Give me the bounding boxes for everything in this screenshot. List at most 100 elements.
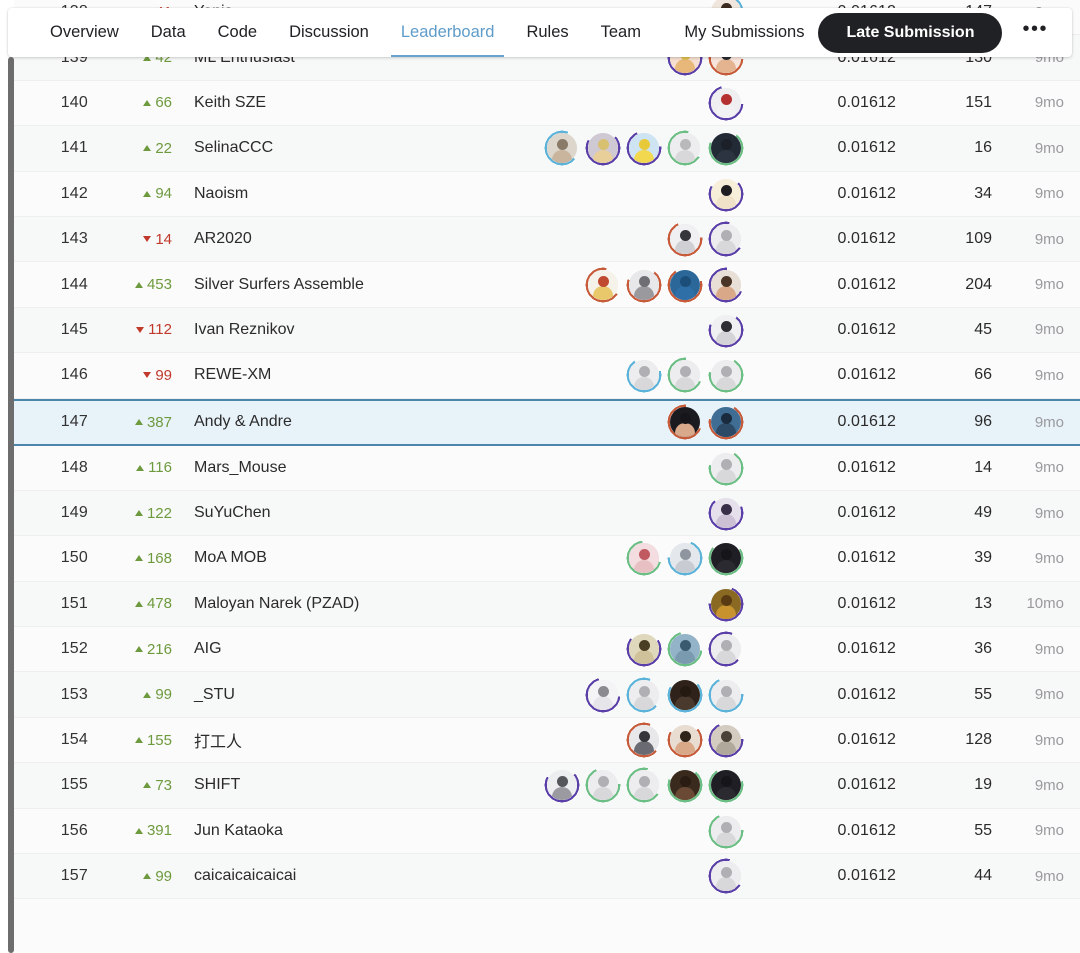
table-row[interactable]: 149 122 SuYuChen 0.01612 49 9mo — [14, 490, 1080, 537]
page-scrollbar-thumb[interactable] — [8, 57, 14, 953]
score-cell: 0.01612 — [837, 139, 896, 157]
table-row[interactable]: 145 112 Ivan Reznikov 0.01612 45 9mo — [14, 307, 1080, 354]
team-member-avatar[interactable] — [626, 767, 662, 804]
rank-cell: 145 — [60, 320, 88, 338]
team-member-avatar[interactable] — [667, 767, 703, 804]
team-name-cell[interactable]: caicaicaicaicai — [180, 867, 478, 885]
team-member-avatar[interactable] — [708, 357, 744, 394]
rank-change-value: 14 — [155, 230, 172, 248]
team-member-avatar[interactable] — [667, 221, 703, 258]
nav-tab-code[interactable]: Code — [202, 8, 273, 57]
table-row[interactable]: 156 391 Jun Kataoka 0.01612 55 9mo — [14, 808, 1080, 855]
team-member-avatar[interactable] — [667, 631, 703, 668]
nav-tab-overview[interactable]: Overview — [34, 8, 135, 57]
team-name-cell[interactable]: SelinaCCC — [180, 139, 478, 157]
team-member-avatar[interactable] — [708, 858, 744, 895]
table-row[interactable]: 155 73 SHIFT 0.01612 19 9mo — [14, 763, 1080, 809]
team-member-avatar[interactable] — [544, 130, 580, 167]
team-name-cell[interactable]: SuYuChen — [180, 504, 478, 522]
team-name-cell[interactable]: AR2020 — [180, 230, 478, 248]
team-member-avatar[interactable] — [585, 767, 621, 804]
table-row[interactable]: 143 14 AR2020 0.01612 109 9mo — [14, 216, 1080, 263]
my-submissions-link[interactable]: My Submissions — [684, 23, 804, 42]
team-member-avatar[interactable] — [708, 311, 744, 348]
team-name-cell[interactable]: Jun Kataoka — [180, 822, 478, 840]
team-member-avatar[interactable] — [708, 130, 744, 167]
team-member-avatar[interactable] — [626, 130, 662, 167]
team-member-avatar[interactable] — [708, 175, 744, 212]
team-member-avatar[interactable] — [708, 404, 744, 441]
team-member-avatar[interactable] — [585, 266, 621, 303]
table-row[interactable]: 144 453 Silver Surfers Assemble 0.01612 204 9… — [14, 262, 1080, 308]
nav-tab-leaderboard[interactable]: Leaderboard — [385, 8, 511, 57]
team-member-avatar[interactable] — [667, 404, 703, 441]
team-member-avatar[interactable] — [585, 130, 621, 167]
rank-change-value: 99 — [155, 867, 172, 885]
table-row[interactable]: 140 66 Keith SZE 0.01612 151 9mo — [14, 80, 1080, 127]
team-name-cell[interactable]: Mars_Mouse — [180, 459, 478, 477]
team-name-cell[interactable]: Silver Surfers Assemble — [180, 276, 478, 294]
team-member-avatar[interactable] — [626, 540, 662, 577]
team-member-avatar[interactable] — [708, 631, 744, 668]
team-member-avatar[interactable] — [667, 540, 703, 577]
team-member-avatar[interactable] — [626, 357, 662, 394]
team-member-avatar[interactable] — [626, 631, 662, 668]
entries-cell: 44 — [974, 867, 992, 885]
late-submission-button[interactable]: Late Submission — [818, 12, 1003, 53]
team-member-avatar[interactable] — [667, 357, 703, 394]
team-member-avatar[interactable] — [708, 767, 744, 804]
nav-tab-team[interactable]: Team — [585, 8, 657, 57]
avatar-tier-ring — [667, 266, 703, 303]
team-member-avatar[interactable] — [708, 221, 744, 258]
team-member-avatar[interactable] — [708, 722, 744, 759]
rank-cell: 150 — [60, 549, 88, 567]
rank-cell: 142 — [60, 184, 88, 202]
table-row[interactable]: 151 478 Maloyan Narek (PZAD) 0.01612 13 10mo — [14, 581, 1080, 628]
team-member-avatar[interactable] — [708, 495, 744, 532]
team-member-avatar[interactable] — [626, 722, 662, 759]
table-row[interactable]: 157 99 caicaicaicaicai 0.01612 44 9mo — [14, 854, 1080, 900]
team-name-cell[interactable]: Maloyan Narek (PZAD) — [180, 595, 478, 613]
team-name-cell[interactable]: AIG — [180, 640, 478, 658]
team-name-cell[interactable]: Keith SZE — [180, 94, 478, 112]
team-member-avatar[interactable] — [667, 722, 703, 759]
team-name-cell[interactable]: REWE-XM — [180, 366, 478, 384]
team-member-avatar[interactable] — [667, 266, 703, 303]
table-row[interactable]: 148 116 Mars_Mouse 0.01612 14 9mo — [14, 445, 1080, 491]
rank-cell: 140 — [60, 93, 88, 111]
team-members-cell — [478, 404, 750, 441]
team-member-avatar[interactable] — [708, 585, 744, 622]
team-name-cell[interactable]: Naoism — [180, 185, 478, 203]
team-member-avatar[interactable] — [708, 540, 744, 577]
nav-tab-rules[interactable]: Rules — [510, 8, 584, 57]
team-member-avatar[interactable] — [585, 676, 621, 713]
table-row[interactable]: 146 99 REWE-XM 0.01612 66 9mo — [14, 353, 1080, 399]
team-name-cell[interactable]: Ivan Reznikov — [180, 321, 478, 339]
team-name-cell[interactable]: Andy & Andre — [180, 413, 478, 431]
team-name-cell[interactable]: _STU — [180, 686, 478, 704]
avatar-tier-ring — [667, 404, 703, 441]
more-options-icon[interactable]: ••• — [1016, 19, 1054, 41]
team-member-avatar[interactable] — [708, 84, 744, 121]
team-member-avatar[interactable] — [667, 676, 703, 713]
table-row[interactable]: 142 94 Naoism 0.01612 34 9mo — [14, 171, 1080, 217]
table-row[interactable]: 153 99 _STU 0.01612 55 9mo — [14, 672, 1080, 718]
table-row[interactable]: 147 387 Andy & Andre 0.01612 96 9mo — [14, 398, 1080, 446]
table-row[interactable]: 141 22 SelinaCCC 0.01612 16 9mo — [14, 126, 1080, 172]
team-member-avatar[interactable] — [708, 812, 744, 849]
team-member-avatar[interactable] — [708, 266, 744, 303]
nav-tab-discussion[interactable]: Discussion — [273, 8, 385, 57]
team-name-cell[interactable]: SHIFT — [180, 776, 478, 794]
team-member-avatar[interactable] — [708, 676, 744, 713]
team-name-cell[interactable]: 打工人 — [180, 728, 478, 752]
team-name-cell[interactable]: MoA MOB — [180, 549, 478, 567]
team-member-avatar[interactable] — [667, 130, 703, 167]
table-row[interactable]: 150 168 MoA MOB 0.01612 39 9mo — [14, 536, 1080, 582]
team-member-avatar[interactable] — [544, 767, 580, 804]
team-member-avatar[interactable] — [708, 449, 744, 486]
team-member-avatar[interactable] — [626, 266, 662, 303]
nav-tab-data[interactable]: Data — [135, 8, 202, 57]
table-row[interactable]: 152 216 AIG 0.01612 36 9mo — [14, 627, 1080, 673]
team-member-avatar[interactable] — [626, 676, 662, 713]
table-row[interactable]: 154 155 打工人 0.01612 128 9mo — [14, 717, 1080, 764]
